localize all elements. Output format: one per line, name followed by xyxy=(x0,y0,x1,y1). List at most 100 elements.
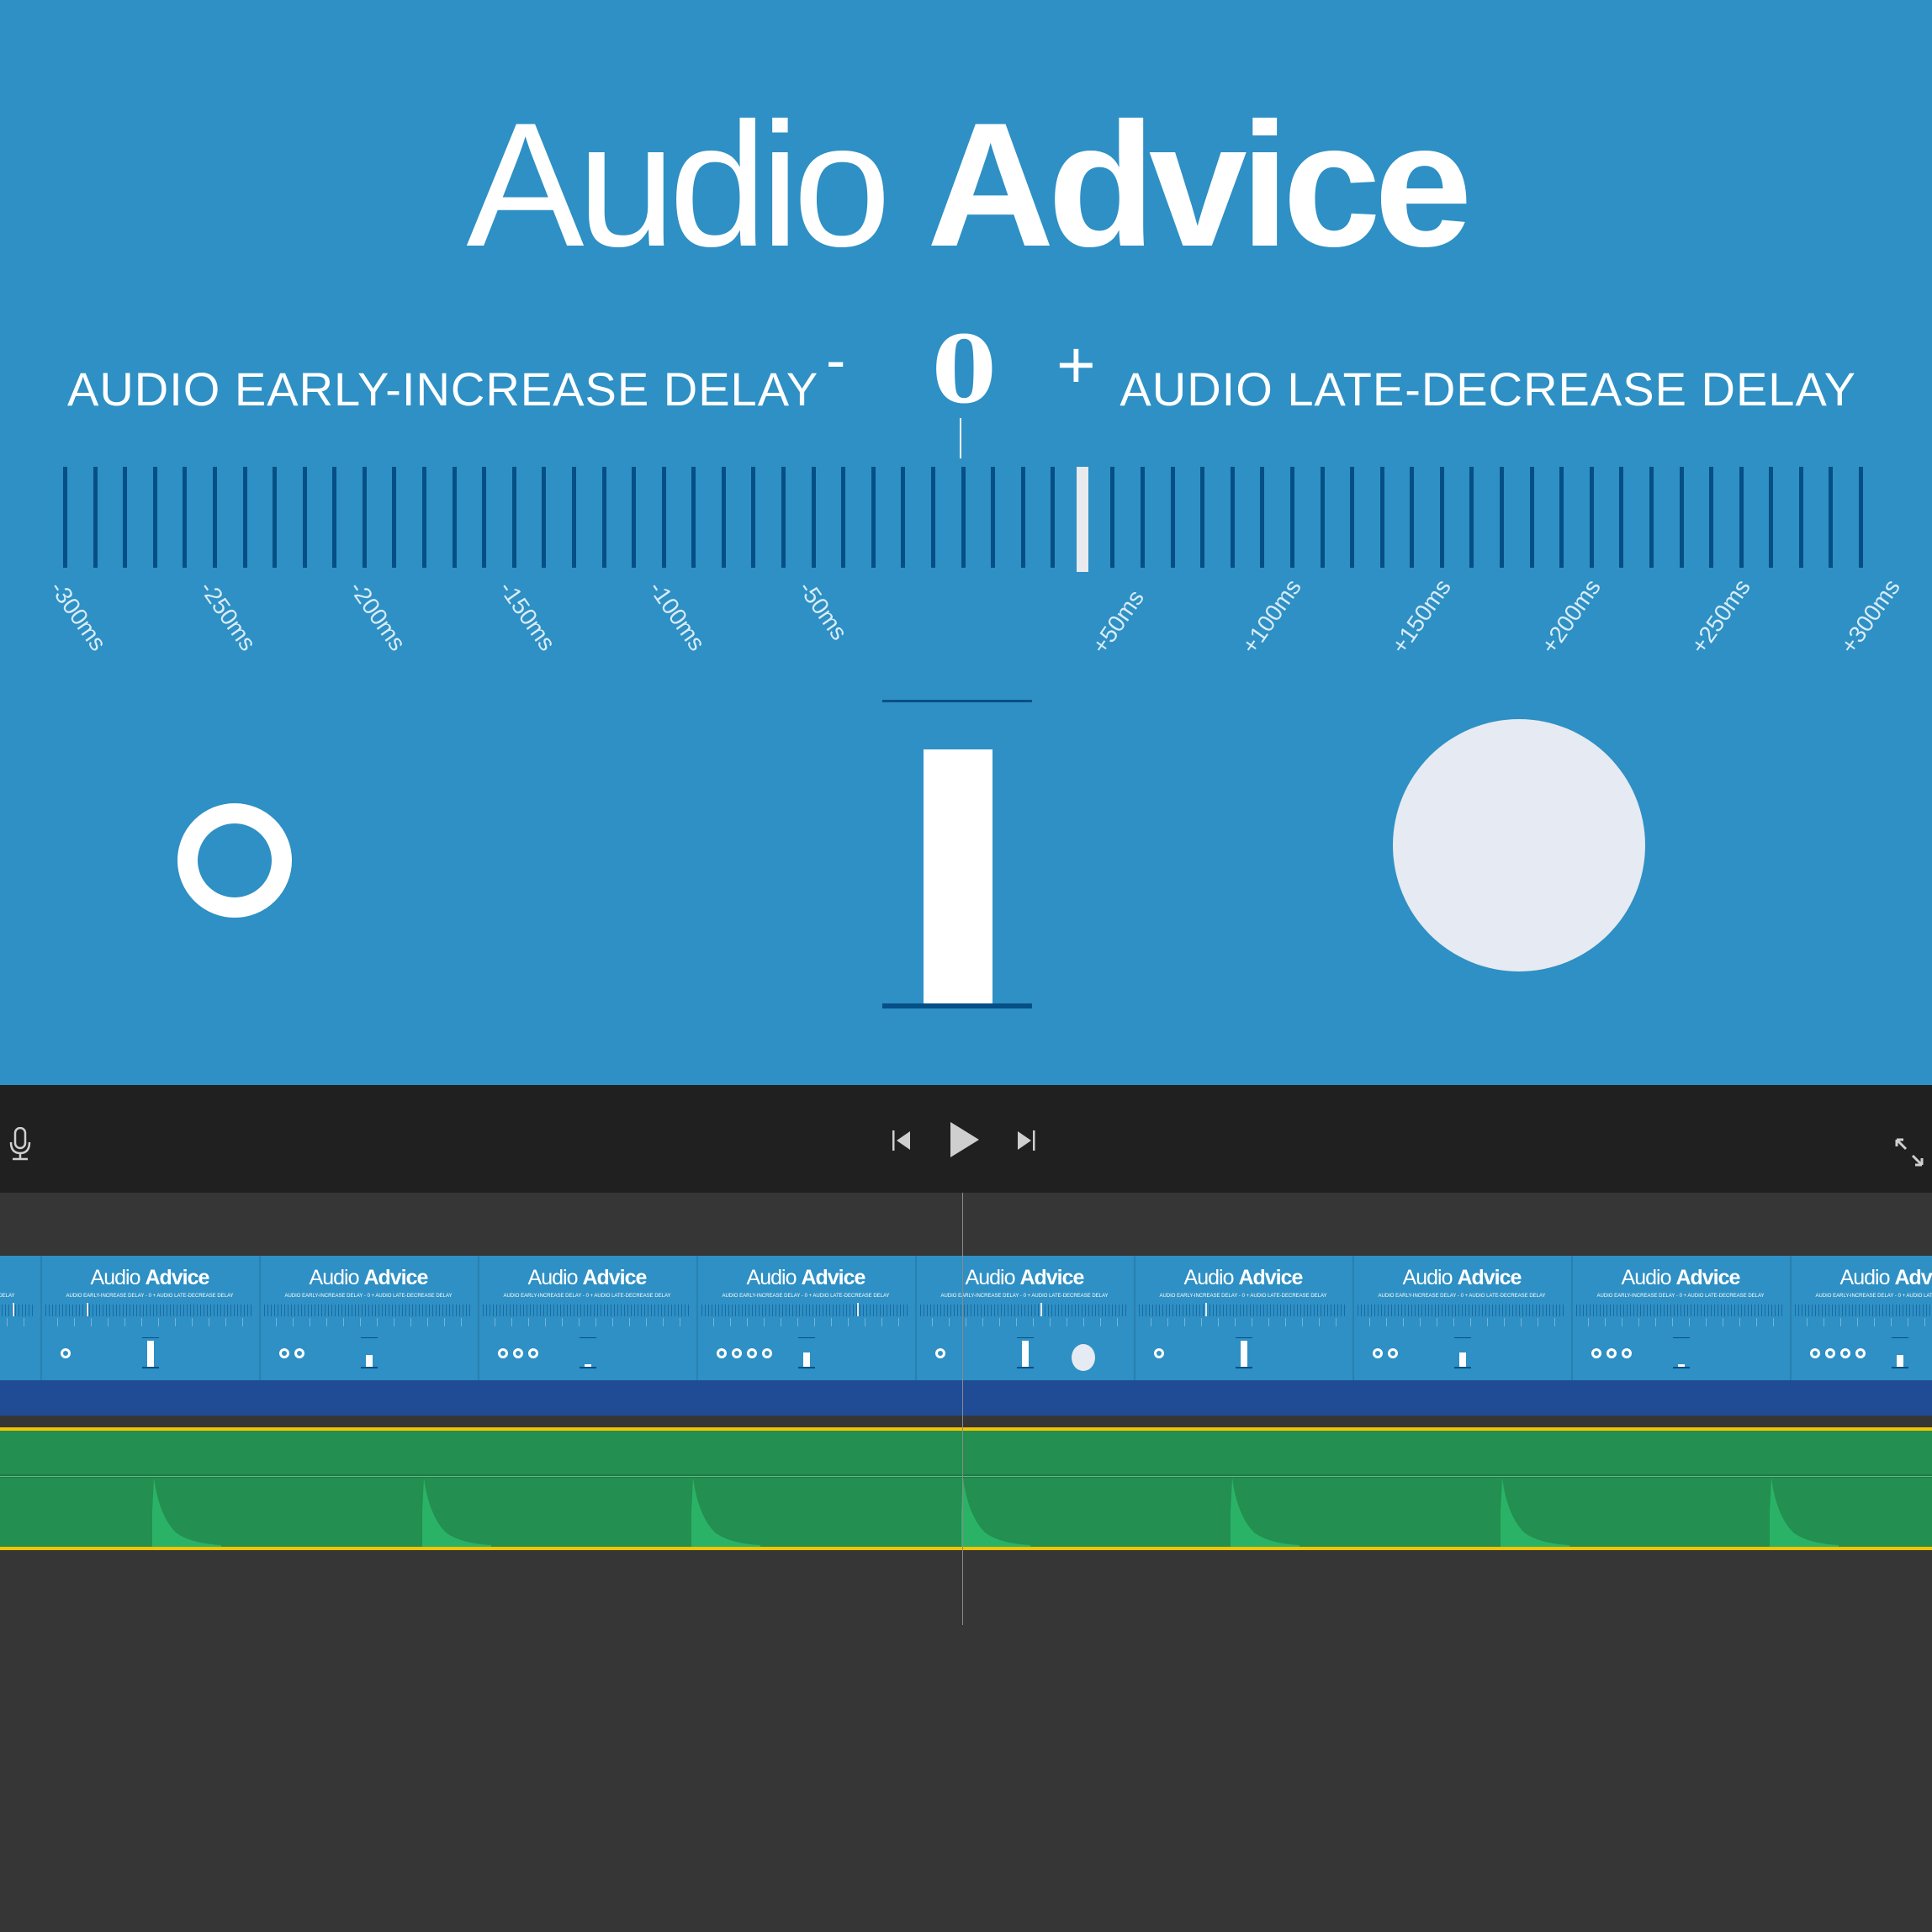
ruler-tick xyxy=(422,467,426,568)
ruler-tick-label: +250ms xyxy=(1686,574,1756,659)
thumbnail-ring xyxy=(1373,1348,1383,1358)
title-light: Audio xyxy=(466,86,891,283)
ruler-tick xyxy=(1769,467,1774,568)
microphone-icon[interactable] xyxy=(5,1125,35,1162)
audio-clip-track[interactable] xyxy=(0,1427,1932,1550)
timeline[interactable]: Audio Advice AUDIO EARLY-INCREASE DELAY -… xyxy=(0,1193,1932,1932)
thumbnail-ruler xyxy=(1795,1305,1932,1316)
ruler-tick xyxy=(1110,467,1115,568)
thumbnail-bar-top xyxy=(1017,1337,1034,1338)
ruler-tick xyxy=(273,467,278,568)
thumbnail-level-bar xyxy=(803,1352,810,1367)
skip-back-icon[interactable] xyxy=(887,1125,917,1156)
video-thumbnail[interactable]: Audio Advice AUDIO EARLY-INCREASE DELAY -… xyxy=(1571,1256,1788,1380)
video-thumbnail[interactable]: Audio Advice AUDIO EARLY-INCREASE DELAY -… xyxy=(696,1256,913,1380)
thumbnail-level-bar xyxy=(147,1341,154,1367)
thumbnail-ring xyxy=(935,1348,945,1358)
ruler-tick xyxy=(1410,467,1415,568)
thumbnail-labels: AUDIO EARLY-INCREASE DELAY - 0 + AUDIO L… xyxy=(722,1294,890,1299)
ruler-tick-label: -250ms xyxy=(194,576,262,656)
thumbnail-bar-top xyxy=(1673,1337,1690,1338)
thumbnail-title-bold: Advice xyxy=(1238,1266,1303,1289)
expand-icon[interactable] xyxy=(1892,1135,1926,1169)
video-thumbnail[interactable]: Audio Advice AUDIO EARLY-INCREASE DELAY -… xyxy=(259,1256,476,1380)
ruler-tick xyxy=(1469,467,1474,568)
level-bar-top-line xyxy=(882,700,1032,702)
thumbnail-title: Audio Advice xyxy=(917,1266,1132,1290)
thumbnail-level-bar xyxy=(1241,1341,1247,1367)
audio-waveform-peak xyxy=(961,1478,1030,1547)
thumbnail-ring xyxy=(1388,1348,1398,1358)
thumbnail-title-light: Audio xyxy=(965,1266,1016,1289)
thumbnail-bar-top xyxy=(580,1337,596,1338)
minus-sign: - xyxy=(826,327,846,393)
ruler-tick-label: -50ms xyxy=(793,576,853,645)
thumbnail-title: Audio Advice xyxy=(1354,1266,1569,1290)
thumbnail-tick-labels xyxy=(483,1318,691,1326)
thumbnail-title: Audio Advice xyxy=(42,1266,257,1290)
ruler-tick-label: -150ms xyxy=(494,576,561,656)
ruler-tick-label: -100ms xyxy=(643,576,711,656)
thumbnail-level-bar xyxy=(1459,1352,1466,1367)
ruler-tick xyxy=(183,467,188,568)
video-thumbnail[interactable]: Audio Advice AUDIO EARLY-INCREASE DELAY -… xyxy=(1352,1256,1569,1380)
thumbnail-bar-baseline xyxy=(1892,1367,1908,1368)
thumbnail-title-bold: Advice xyxy=(582,1266,647,1289)
thumbnail-bar-top xyxy=(1236,1337,1252,1338)
playhead[interactable] xyxy=(962,1193,963,1625)
title-bold: Advice xyxy=(926,86,1473,283)
thumbnail-title: Audio Advice xyxy=(479,1266,695,1290)
ruler-tick xyxy=(1619,467,1624,568)
thumbnail-ring xyxy=(717,1348,727,1358)
ruler-tick xyxy=(1379,467,1384,568)
ruler-tick xyxy=(1859,467,1863,568)
thumbnail-ring xyxy=(1825,1348,1835,1358)
flash-dot xyxy=(1393,719,1645,971)
thumbnail-ring xyxy=(1622,1348,1632,1358)
thumbnail-title-bold: Advice xyxy=(1019,1266,1084,1289)
thumbnail-ruler xyxy=(483,1305,691,1316)
ruler-tick xyxy=(1230,467,1235,568)
delay-needle xyxy=(1076,467,1088,572)
video-thumbnail[interactable]: Audio Advice AUDIO EARLY-INCREASE DELAY -… xyxy=(1134,1256,1351,1380)
thumbnail-labels: AUDIO EARLY-INCREASE DELAY - 0 + AUDIO L… xyxy=(940,1294,1109,1299)
ruler-tick xyxy=(1529,467,1534,568)
thumbnail-bar-baseline xyxy=(142,1367,159,1368)
zero-marker xyxy=(960,418,961,458)
thumbnail-ring xyxy=(1855,1348,1866,1358)
audio-waveform-peak xyxy=(1231,1478,1299,1547)
thumbnail-title-light: Audio xyxy=(90,1266,141,1289)
ruler-tick xyxy=(1200,467,1205,568)
ruler-tick xyxy=(332,467,337,568)
thumbnail-ring xyxy=(1840,1348,1850,1358)
ruler-tick xyxy=(661,467,666,568)
ruler-tick xyxy=(751,467,756,568)
video-thumbnail[interactable]: Audio Advice AUDIO EARLY-INCREASE DELAY -… xyxy=(40,1256,257,1380)
thumbnail-needle xyxy=(1040,1303,1042,1316)
thumbnail-needle xyxy=(1204,1303,1207,1316)
skip-forward-icon[interactable] xyxy=(1011,1125,1041,1156)
ruler-tick xyxy=(452,467,457,568)
video-clip-track[interactable]: Audio Advice AUDIO EARLY-INCREASE DELAY -… xyxy=(0,1256,1932,1380)
thumbnail-bar-baseline xyxy=(1236,1367,1252,1368)
video-thumbnail[interactable]: Audio Advice AUDIO EARLY-INCREASE DELAY -… xyxy=(0,1256,39,1380)
play-icon[interactable] xyxy=(945,1119,982,1161)
ruler-tick-label: +200ms xyxy=(1536,574,1606,659)
video-thumbnail[interactable]: Audio Advice AUDIO EARLY-INCREASE DELAY -… xyxy=(478,1256,695,1380)
video-clip-bottom[interactable] xyxy=(0,1380,1932,1416)
ruler-tick xyxy=(961,467,966,568)
thumbnail-title-light: Audio xyxy=(1621,1266,1672,1289)
thumbnail-bar-top xyxy=(1454,1337,1471,1338)
thumbnail-title-bold: Advice xyxy=(801,1266,865,1289)
ruler-tick xyxy=(152,467,157,568)
video-thumbnail[interactable]: Audio Advice AUDIO EARLY-INCREASE DELAY -… xyxy=(915,1256,1132,1380)
thumbnail-tick-labels xyxy=(1358,1318,1566,1326)
thumbnail-ring xyxy=(513,1348,523,1358)
thumbnail-bar-top xyxy=(142,1337,159,1338)
thumbnail-title-light: Audio xyxy=(309,1266,360,1289)
video-thumbnail[interactable]: Audio Advice AUDIO EARLY-INCREASE DELAY -… xyxy=(1790,1256,1932,1380)
ruler-tick xyxy=(991,467,996,568)
ruler-tick xyxy=(302,467,307,568)
delay-ruler: -300ms -250ms -200ms -150ms -100ms -50ms +50ms… xyxy=(0,467,1932,659)
ruler-tick xyxy=(482,467,487,568)
